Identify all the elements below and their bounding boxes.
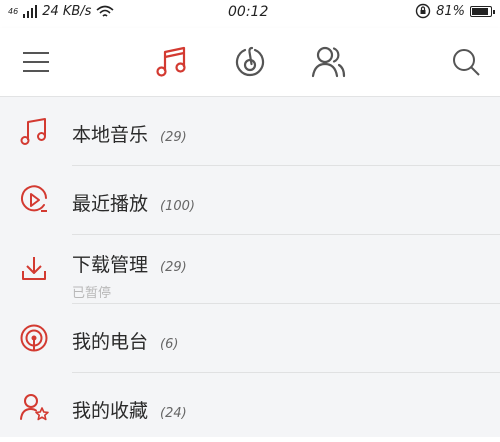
- item-count: (29): [160, 130, 187, 145]
- wifi-icon: [96, 5, 114, 17]
- download-icon: [22, 257, 46, 280]
- friends-icon[interactable]: [308, 42, 348, 82]
- battery-icon: [470, 5, 495, 17]
- orientation-lock-icon: [415, 3, 431, 19]
- list-item-recent-play[interactable]: 最近播放 (100): [0, 166, 500, 235]
- list-item-favorites[interactable]: 我的收藏 (24): [0, 373, 500, 442]
- network-type: 46: [8, 7, 19, 16]
- item-label: 下载管理: [72, 254, 149, 276]
- item-label: 我的电台: [72, 331, 149, 353]
- discover-icon[interactable]: [230, 42, 270, 82]
- status-time: 00:12: [228, 4, 269, 20]
- signal-icon: [23, 5, 38, 18]
- list-item-downloads[interactable]: 下载管理 (29) 已暂停: [0, 235, 500, 304]
- item-label: 最近播放: [72, 193, 149, 215]
- status-right: 81%: [415, 3, 495, 19]
- favorites-icon: [20, 394, 49, 421]
- item-label: 我的收藏: [72, 400, 149, 422]
- search-icon[interactable]: [446, 42, 486, 82]
- recent-play-icon: [21, 185, 47, 212]
- battery-text: 81%: [436, 3, 465, 19]
- radio-icon: [20, 324, 48, 352]
- download-status: 已暂停: [72, 286, 112, 301]
- music-note-icon: [20, 118, 46, 145]
- music-icon[interactable]: [152, 42, 192, 82]
- item-count: (24): [160, 406, 187, 421]
- network-speed: 24 KB/s: [42, 4, 92, 19]
- list-item-my-radio[interactable]: 我的电台 (6): [0, 304, 500, 373]
- item-count: (29): [160, 260, 187, 275]
- status-bar: 46 24 KB/s 00:12 81%: [0, 0, 500, 28]
- item-label: 本地音乐: [72, 124, 149, 146]
- menu-icon[interactable]: [16, 42, 56, 82]
- item-count: (6): [160, 337, 179, 352]
- status-left: 46 24 KB/s: [8, 4, 114, 19]
- top-nav-bar: [0, 28, 500, 97]
- list-item-local-music[interactable]: 本地音乐 (29): [0, 97, 500, 166]
- my-music-list: 本地音乐 (29) 最近播放 (100) 下载管理 (29) 已暂停 我的电台 …: [0, 97, 500, 437]
- item-count: (100): [160, 199, 195, 214]
